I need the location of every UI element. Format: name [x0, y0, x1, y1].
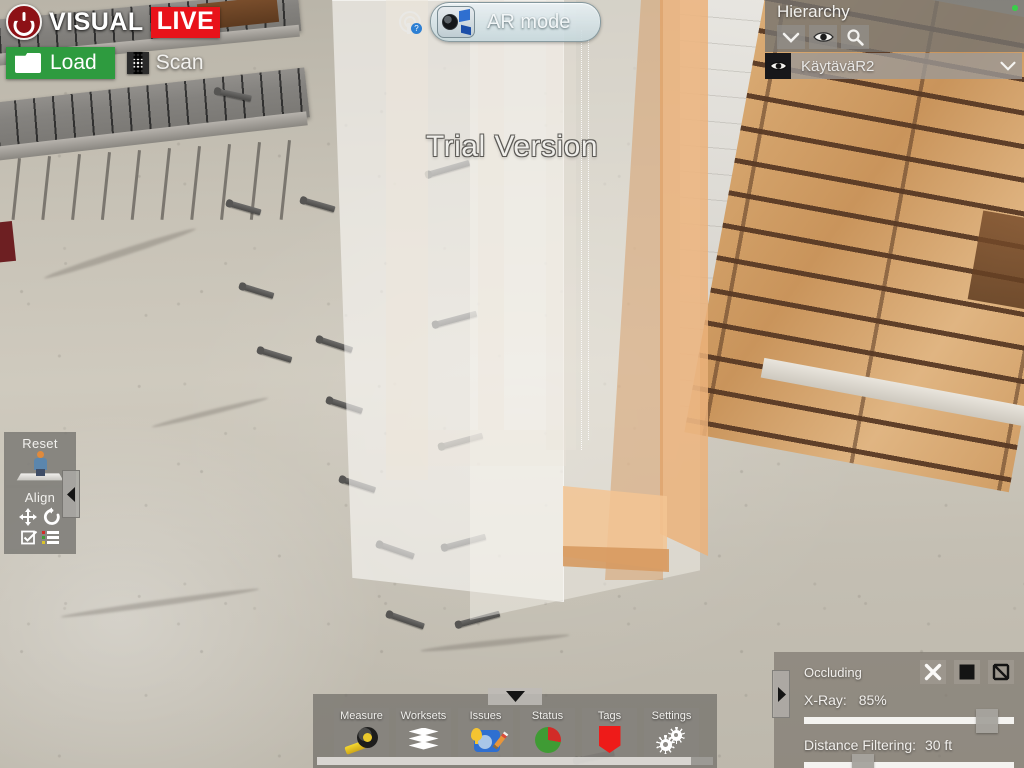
search-icon[interactable]: [841, 25, 869, 49]
ar-mode-group: ? AR mode: [396, 2, 602, 42]
occluding-row: Occluding: [804, 660, 1014, 684]
align-option-icons: [6, 530, 74, 545]
distance-filter-label-row: Distance Filtering: 30 ft: [804, 737, 1014, 753]
pie-chart-icon: [534, 722, 561, 757]
toolbar-item-label: Status: [531, 710, 564, 722]
occluding-solid-icon[interactable]: [954, 660, 980, 684]
brand-name-accent: LIVE: [150, 6, 221, 38]
toolbar-item-label: Tags: [597, 710, 622, 722]
scan-button[interactable]: Scan: [126, 51, 204, 75]
toolbar-item-worksets[interactable]: Worksets: [396, 708, 451, 757]
tape-measure-icon: [343, 722, 379, 757]
distance-filter-slider[interactable]: [804, 754, 1014, 768]
scan-button-label: Scan: [155, 51, 204, 74]
chevron-right-icon: [777, 686, 786, 702]
brand-name-primary: VISUAL: [49, 7, 144, 36]
toolbar-item-label: Settings: [651, 710, 692, 722]
hierarchy-title: Hierarchy: [777, 2, 850, 21]
brand-bar: VISUAL LIVE Load Scan: [0, 0, 230, 79]
xray-value: 85%: [858, 692, 887, 708]
checkbox-icon[interactable]: [21, 530, 38, 545]
top-actions-row: Load Scan: [6, 47, 220, 79]
occlusion-panel: Occluding X-Ray: 85% Distance Filtering:…: [772, 652, 1024, 768]
toolbar-item-label: Worksets: [400, 710, 447, 722]
load-button[interactable]: Load: [6, 47, 115, 79]
toolbar-item-measure[interactable]: Measure: [334, 708, 389, 757]
list-icon[interactable]: [42, 530, 59, 545]
toolbar-item-label: Measure: [340, 710, 383, 722]
reset-label: Reset: [22, 436, 58, 451]
item-visibility-icon[interactable]: [765, 53, 791, 79]
occluding-off-icon[interactable]: [920, 660, 946, 684]
xray-label-row: X-Ray: 85%: [804, 692, 1014, 708]
target-help-icon[interactable]: ?: [396, 8, 422, 36]
ar-mode-button[interactable]: AR mode: [430, 2, 602, 42]
toolbar-scrollbar-thumb[interactable]: [691, 757, 713, 765]
xray-slider[interactable]: [804, 709, 1014, 733]
move-icon[interactable]: [18, 507, 38, 527]
status-indicator-dot: [1012, 5, 1018, 11]
ar-camera-icon: [437, 6, 475, 38]
ar-mode-label: AR mode: [487, 10, 571, 33]
distance-filter-label: Distance Filtering:: [804, 737, 917, 753]
rotate-icon[interactable]: [42, 507, 62, 527]
visibility-icon[interactable]: [809, 25, 837, 49]
qr-code-icon: [126, 52, 149, 74]
load-button-label: Load: [50, 51, 97, 74]
occluding-wireframe-icon[interactable]: [988, 660, 1014, 684]
hierarchy-item-label: KäytäväR2: [801, 57, 875, 75]
toolbar-collapse-button[interactable]: [488, 688, 542, 705]
distance-filter-value: 30 ft: [924, 737, 953, 753]
brand-logo-row: VISUAL LIVE: [6, 4, 221, 40]
left-panel-collapse-button[interactable]: [62, 470, 80, 518]
toolbar-item-settings[interactable]: Settings: [644, 708, 699, 757]
collapse-all-icon[interactable]: [777, 25, 805, 49]
distance-filter-slider-track: [804, 762, 1014, 768]
power-logo-icon: [6, 4, 42, 40]
occluding-label: Occluding: [804, 664, 862, 680]
person-on-pad-icon: [16, 451, 64, 481]
toolbar-item-tags[interactable]: Tags: [582, 708, 637, 757]
issue-pin-icon: [470, 722, 508, 757]
chevron-down-icon: [505, 691, 525, 702]
help-badge: ?: [411, 23, 422, 34]
folder-icon: [15, 53, 41, 73]
hierarchy-panel: Hierarchy KäytäväR2: [765, 0, 1024, 79]
hierarchy-header: Hierarchy: [765, 0, 1024, 52]
layers-icon: [407, 722, 441, 757]
ar-app-window: Trial Version VISUAL LIVE Load Scan ? AR…: [0, 0, 1024, 768]
toolbar-item-issues[interactable]: Issues: [458, 708, 513, 757]
toolbar-item-label: Issues: [469, 710, 502, 722]
xray-label: X-Ray:: [804, 692, 847, 708]
distance-filter-slider-thumb[interactable]: [852, 754, 875, 768]
chevron-left-icon: [66, 486, 75, 502]
flag-tag-icon: [598, 722, 621, 757]
hierarchy-item-expand-icon[interactable]: [994, 60, 1022, 72]
occlusion-panel-collapse-button[interactable]: [772, 670, 790, 718]
toolbar-scrollbar[interactable]: [317, 757, 713, 765]
hierarchy-toolbar: [777, 24, 1024, 52]
bottom-toolbar: Measure Worksets Issues Status Tags Sett…: [313, 688, 717, 768]
toolbar-item-status[interactable]: Status: [520, 708, 575, 757]
xray-slider-thumb[interactable]: [976, 709, 999, 733]
gears-icon: [655, 722, 688, 757]
hierarchy-item-row[interactable]: KäytäväR2: [765, 53, 1022, 79]
